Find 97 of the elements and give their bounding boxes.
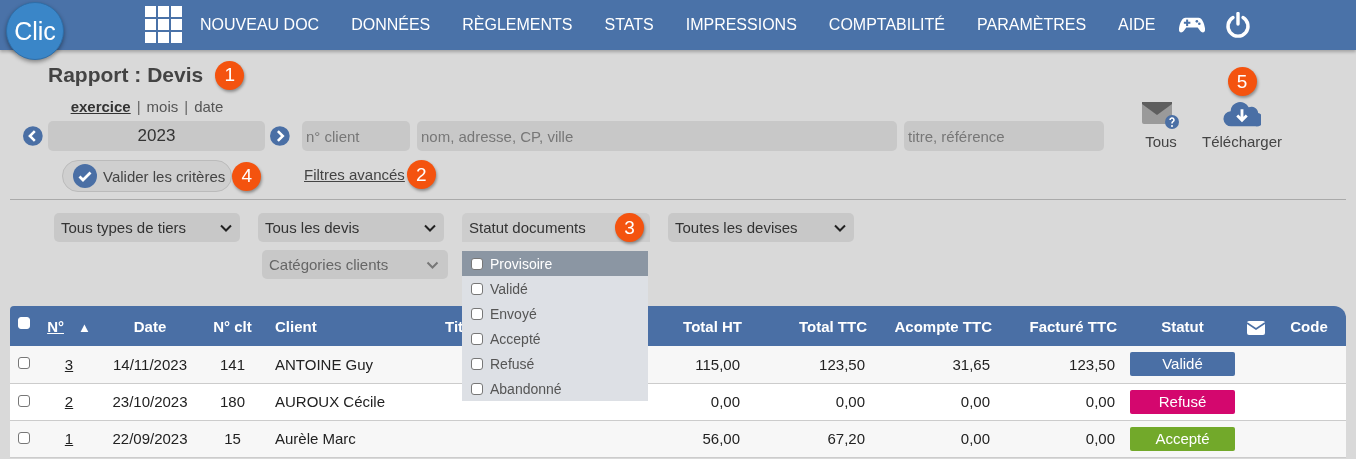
chevron-down-icon[interactable] [834,223,846,232]
grid-menu-icon[interactable] [145,6,183,44]
row-checkbox[interactable] [18,357,30,369]
app-logo[interactable]: Clic [6,2,64,60]
sort-indicator[interactable]: ▲ [78,319,91,335]
nav-menu-item[interactable]: RÈGLEMENTS [462,16,573,34]
status-option[interactable]: Accepté [462,326,648,351]
chevron-down-icon[interactable] [424,223,436,232]
nav-menu-item[interactable]: IMPRESSIONS [685,16,797,34]
table-cell: 0,00 [835,393,865,410]
filter-select[interactable]: Tous les devis [258,213,444,242]
chevron-down-icon[interactable] [220,223,232,232]
column-header: Total TTC [798,317,867,335]
cloud-download-icon[interactable] [1223,99,1261,129]
table-cell: 0,00 [1085,393,1115,410]
table-cell: 67,20 [827,430,865,447]
nav-menu-item[interactable]: AIDE [1118,16,1156,34]
table-cell: 0,00 [710,393,740,410]
table-cell: 115,00 [695,355,740,373]
nav-menu-item[interactable]: NOUVEAU DOC [200,16,320,34]
period-mode-link[interactable]: exercice [70,97,131,115]
period-mode-link[interactable]: mois [146,97,179,115]
separator: | [136,97,141,115]
callout-badge: 5 [1227,67,1257,96]
previous-icon[interactable] [23,126,43,146]
period-mode-link[interactable]: date [194,97,224,115]
table-cell: 123,50 [819,355,865,373]
nav-menu-item[interactable]: DONNÉES [351,16,431,34]
year-field[interactable]: 2023 [47,121,266,151]
column-header: Facturé TTC [1029,317,1117,335]
action-label: Tous [1145,133,1177,150]
column-header: N° clt [213,317,252,335]
select-all-checkbox[interactable] [18,317,30,329]
row-checkbox[interactable] [18,394,30,407]
filter-select[interactable]: Tous types de tiers [54,213,240,242]
column-header: Client [275,317,317,335]
checkbox[interactable] [471,332,483,345]
page-title: Rapport : Devis [48,63,204,87]
callout-badge: 2 [406,160,436,189]
table-cell: 0,00 [1085,430,1115,447]
callout-badge: 4 [232,161,262,191]
column-header: Statut [1161,317,1204,335]
checkbox[interactable] [471,307,483,320]
checkbox[interactable] [471,357,483,370]
column-header: Code [1290,317,1328,335]
document-number-link[interactable]: 1 [64,430,74,447]
nav-menu-item[interactable]: COMPTABILITÉ [828,16,945,34]
table-cell: Aurèle Marc [275,430,356,447]
table-cell: ANTOINE Guy [275,355,374,373]
power-icon[interactable] [1225,12,1252,38]
column-header-link[interactable]: N° [47,317,64,335]
document-number-link[interactable]: 3 [64,355,74,373]
mail-question-icon[interactable] [1142,99,1180,129]
table-cell: 14/11/2023 [113,355,187,373]
table-cell: AUROUX Cécile [275,393,386,410]
table-cell: 15 [224,430,241,447]
status-badge: Validé [1130,352,1235,377]
checkbox[interactable] [471,382,483,395]
table-cell: 180 [220,393,245,410]
filter-select[interactable]: Toutes les devises [668,213,854,242]
column-header: Tit [445,317,464,335]
checkbox[interactable] [471,282,483,295]
status-badge: Refusé [1130,389,1235,414]
table-cell: 0,00 [960,430,990,447]
column-header: Total HT [683,317,742,335]
search-field[interactable]: n° client [302,121,410,151]
gamepad-icon[interactable] [1179,15,1206,35]
column-header: Date [133,317,167,335]
status-option[interactable]: Provisoire [462,251,648,276]
table-cell: 31,65 [952,355,990,373]
check-circle-icon [73,164,97,188]
table-cell: 123,50 [1069,355,1115,373]
status-option[interactable]: Refusé [462,351,648,376]
column-header: Acompte TTC [894,317,992,335]
table-cell: 23/10/2023 [112,393,188,410]
status-badge: Accepté [1130,426,1235,451]
checkbox[interactable] [471,257,483,270]
callout-badge: 1 [215,60,245,90]
table-cell: 22/09/2023 [112,430,188,447]
advanced-filters-link[interactable]: Filtres avancés [304,166,405,183]
search-field[interactable]: titre, référence [904,121,1104,151]
table-cell: 0,00 [960,393,990,410]
separator: | [184,97,189,115]
document-number-link[interactable]: 2 [64,393,74,410]
status-option[interactable]: Abandonné [462,376,648,401]
nav-menu-item[interactable]: PARAMÈTRES [977,16,1087,34]
nav-menu-item[interactable]: STATS [604,16,654,34]
status-option[interactable]: Validé [462,276,648,301]
table-cell: 56,00 [702,430,740,447]
validate-button[interactable]: Valider les critères [62,160,233,192]
mail-icon [1247,320,1265,335]
search-field[interactable]: nom, adresse, CP, ville [417,121,897,151]
action-label: Télécharger [1202,133,1283,150]
next-icon[interactable] [270,126,290,146]
status-option[interactable]: Envoyé [462,301,648,326]
row-checkbox[interactable] [18,431,30,444]
table-cell: 141 [220,355,245,373]
